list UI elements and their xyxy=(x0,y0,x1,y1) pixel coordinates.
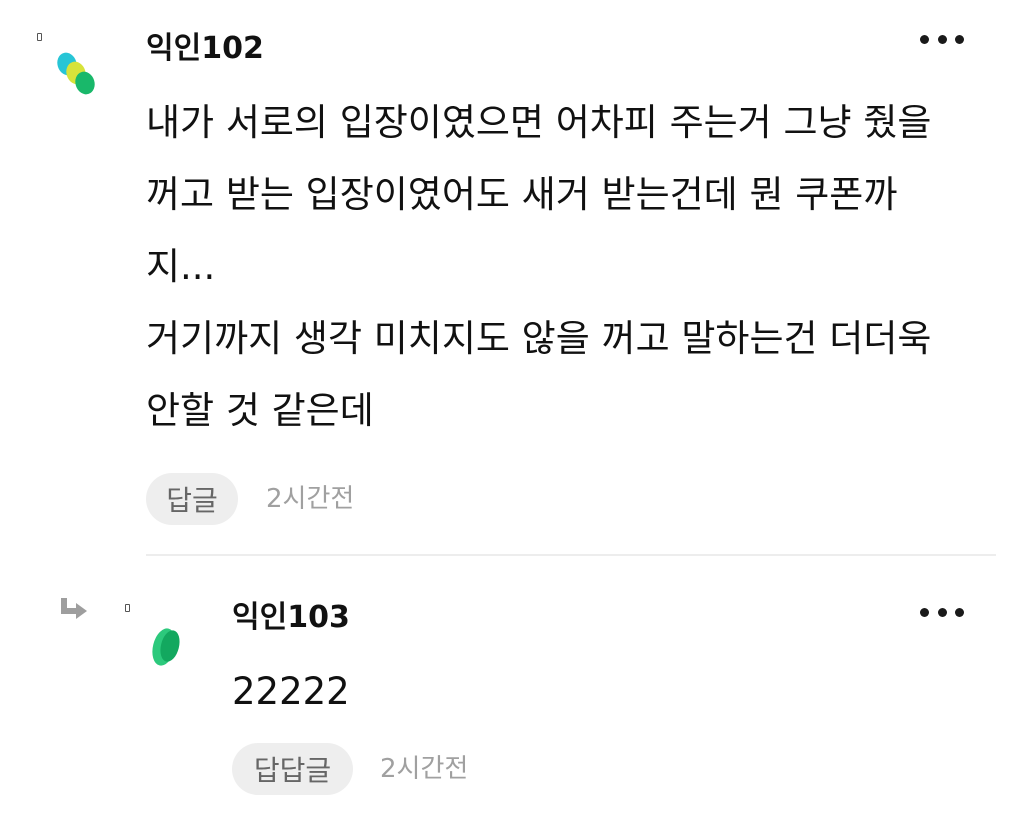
avatar-icon[interactable] xyxy=(146,624,186,670)
timestamp: 2시간전 xyxy=(266,484,355,514)
username: 익인102 xyxy=(146,31,264,66)
badge-mark-icon xyxy=(37,33,42,41)
more-horizontal-icon xyxy=(920,34,929,44)
more-options-button[interactable] xyxy=(920,27,964,51)
comment-item: 익인102 내가 서로의 입장이였으면 어차피 주는거 그냥 줬을 꺼고 받는 … xyxy=(0,0,1024,555)
badge-mark-icon xyxy=(125,604,130,612)
more-horizontal-icon-dot xyxy=(937,607,947,617)
comment-text: 22222 xyxy=(232,670,350,713)
more-horizontal-icon-dot xyxy=(955,34,964,44)
more-options-button[interactable] xyxy=(920,600,964,624)
reply-button[interactable]: 답답글 xyxy=(232,743,353,795)
reply-comment-item: 익인103 22222 답답글 2시간전 xyxy=(0,556,1024,818)
comment-text: 내가 서로의 입장이였으면 어차피 주는거 그냥 줬을 꺼고 받는 입장이였어도… xyxy=(146,101,932,432)
username: 익인103 xyxy=(232,600,350,635)
more-horizontal-icon-dot xyxy=(955,607,964,617)
timestamp: 2시간전 xyxy=(380,754,469,784)
more-horizontal-icon-dot xyxy=(937,34,947,44)
avatar-icon[interactable] xyxy=(54,50,98,102)
reply-button[interactable]: 답글 xyxy=(146,473,238,525)
more-horizontal-icon xyxy=(920,607,929,617)
reply-arrow-icon xyxy=(61,598,87,619)
